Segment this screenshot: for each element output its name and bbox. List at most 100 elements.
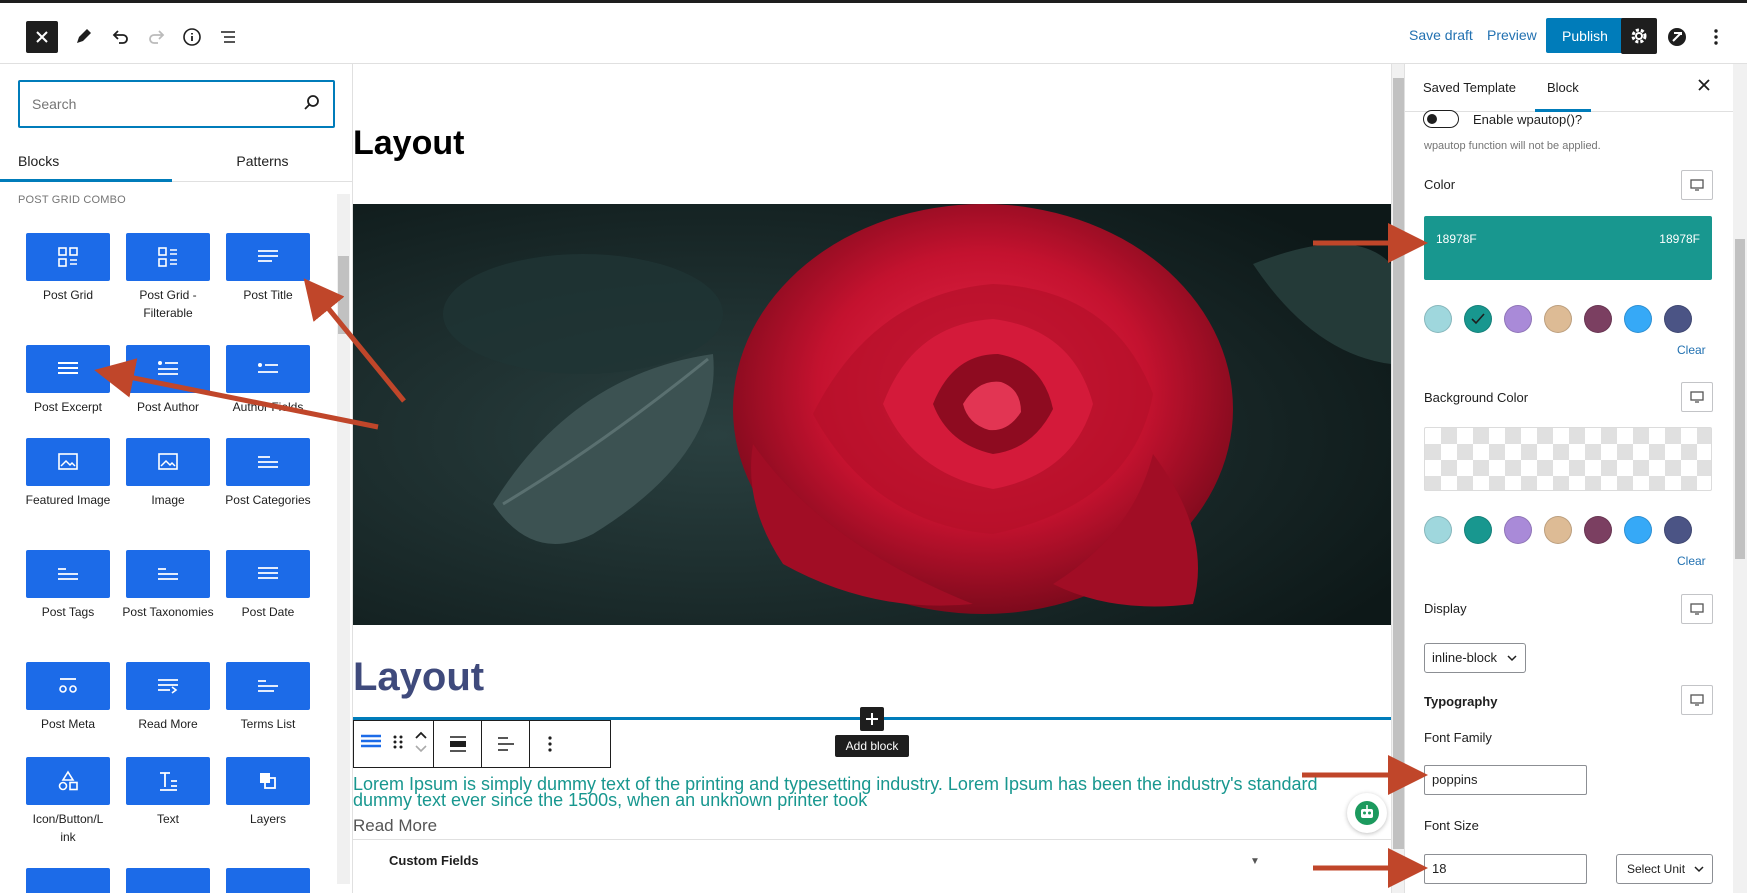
block-post-meta[interactable]: Post Meta (18, 662, 118, 733)
sidebar-scrollbar[interactable] (1733, 64, 1747, 893)
block-image[interactable]: Image (118, 438, 218, 509)
clear-color-button[interactable]: Clear (1677, 343, 1706, 357)
canvas-scrollbar[interactable] (1391, 64, 1404, 893)
display-select[interactable]: inline-block (1424, 643, 1526, 673)
settings-gear-icon[interactable] (1621, 18, 1657, 54)
pencil-icon[interactable] (67, 21, 99, 53)
device-desktop-icon[interactable] (1681, 685, 1713, 715)
block-icon-button-link[interactable]: Icon/Button/Link (18, 757, 118, 846)
swatch-sky-blue[interactable] (1624, 305, 1652, 333)
add-block-plus-icon[interactable] (860, 707, 884, 731)
featured-image-rose[interactable] (353, 204, 1391, 625)
tab-patterns[interactable]: Patterns (172, 140, 352, 182)
color-hex-left: 18978F (1436, 232, 1477, 246)
publish-button[interactable]: Publish (1546, 18, 1624, 53)
color-preview[interactable]: 18978F 18978F (1424, 216, 1712, 280)
swatch-teal-selected[interactable] (1464, 305, 1492, 333)
block-label: Post Excerpt (33, 400, 103, 414)
swatch-light-blue[interactable] (1424, 305, 1452, 333)
device-desktop-icon[interactable] (1681, 382, 1713, 412)
block-featured-image[interactable]: Featured Image (18, 438, 118, 509)
block-text[interactable]: Text (118, 757, 218, 828)
drag-handle-icon[interactable] (393, 734, 403, 755)
block-post-taxonomies[interactable]: Post Taxonomies (118, 550, 218, 621)
swatch-plum[interactable] (1584, 305, 1612, 333)
close-icon[interactable] (1697, 78, 1711, 97)
tab-saved-template[interactable]: Saved Template (1423, 64, 1516, 112)
more-options-icon[interactable] (1700, 21, 1732, 53)
excerpt-block-icon[interactable] (359, 731, 384, 757)
block-author-fields[interactable]: Author Fields (218, 345, 318, 416)
close-icon[interactable] (26, 21, 58, 53)
swatch-tan[interactable] (1544, 516, 1572, 544)
clear-background-button[interactable]: Clear (1677, 554, 1706, 568)
color-hex-right: 18978F (1659, 232, 1700, 246)
device-desktop-icon[interactable] (1681, 170, 1713, 200)
author-fields-icon (226, 345, 310, 393)
block-terms-list[interactable]: Terms List (218, 662, 318, 733)
scrollbar-thumb[interactable] (1735, 239, 1745, 559)
search-box[interactable] (18, 80, 335, 128)
unit-select[interactable]: Select Unit (1616, 854, 1713, 884)
move-up-down-icon[interactable] (414, 731, 428, 758)
align-wide-icon[interactable] (434, 721, 482, 767)
post-excerpt-text[interactable]: Lorem Ipsum is simply dummy text of the … (353, 775, 1363, 809)
font-size-input[interactable]: 18 (1424, 854, 1587, 884)
heading-block[interactable]: Layout (353, 124, 464, 163)
block-label: Post Grid - Filterable (139, 288, 197, 320)
block-label: Post Taxonomies (122, 605, 214, 619)
block-icon (26, 868, 110, 893)
swatch-tan[interactable] (1544, 305, 1572, 333)
block-options-icon[interactable] (530, 721, 570, 767)
block-post-grid[interactable]: Post Grid (18, 233, 118, 304)
search-input[interactable] (32, 94, 282, 114)
chevron-down-icon (1507, 644, 1517, 672)
post-title-block[interactable]: Layout (353, 655, 484, 700)
inserter-scrollbar[interactable] (337, 194, 350, 884)
swatch-plum[interactable] (1584, 516, 1612, 544)
save-draft-button[interactable]: Save draft (1409, 27, 1473, 43)
tab-blocks[interactable]: Blocks (0, 140, 172, 182)
list-view-icon[interactable] (212, 21, 244, 53)
block-label: Post Grid (42, 288, 93, 302)
block-layers[interactable]: Layers (218, 757, 318, 828)
info-icon[interactable] (176, 21, 208, 53)
text-align-icon[interactable] (482, 721, 530, 767)
font-family-input[interactable]: poppins (1424, 765, 1587, 795)
block-post-excerpt[interactable]: Post Excerpt (18, 345, 118, 416)
plugin-logo-icon[interactable] (1661, 21, 1693, 53)
swatch-lavender[interactable] (1504, 516, 1532, 544)
block-post-categories[interactable]: Post Categories (218, 438, 318, 509)
preview-button[interactable]: Preview (1487, 27, 1537, 43)
device-desktop-icon[interactable] (1681, 594, 1713, 624)
chevron-down-icon[interactable]: ▼ (1250, 856, 1260, 867)
block-post-title[interactable]: Post Title (218, 233, 318, 304)
block-partial[interactable] (18, 868, 118, 893)
redo-icon[interactable] (141, 21, 173, 53)
display-label: Display (1424, 601, 1467, 616)
scrollbar-thumb[interactable] (1393, 78, 1404, 849)
wpautop-toggle[interactable] (1423, 110, 1459, 128)
background-color-preview[interactable] (1424, 427, 1712, 491)
block-post-author[interactable]: Post Author (118, 345, 218, 416)
swatch-sky-blue[interactable] (1624, 516, 1652, 544)
undo-icon[interactable] (104, 21, 136, 53)
scrollbar-thumb[interactable] (338, 256, 349, 334)
swatch-teal[interactable] (1464, 516, 1492, 544)
read-more-link[interactable]: Read More (353, 816, 437, 836)
swatch-slate[interactable] (1664, 516, 1692, 544)
tab-block[interactable]: Block (1535, 64, 1591, 112)
block-read-more[interactable]: Read More (118, 662, 218, 733)
block-post-grid-filterable[interactable]: Post Grid - Filterable (118, 233, 218, 322)
swatch-lavender[interactable] (1504, 305, 1532, 333)
block-post-tags[interactable]: Post Tags (18, 550, 118, 621)
block-partial[interactable] (218, 868, 318, 893)
typography-heading: Typography (1424, 694, 1498, 709)
block-post-date[interactable]: Post Date (218, 550, 318, 621)
search-icon[interactable] (303, 94, 321, 117)
custom-fields-panel[interactable]: Custom Fields ▼ (353, 839, 1391, 893)
swatch-slate[interactable] (1664, 305, 1692, 333)
assistant-robot-icon[interactable] (1347, 793, 1387, 833)
swatch-light-blue[interactable] (1424, 516, 1452, 544)
block-partial[interactable] (118, 868, 218, 893)
